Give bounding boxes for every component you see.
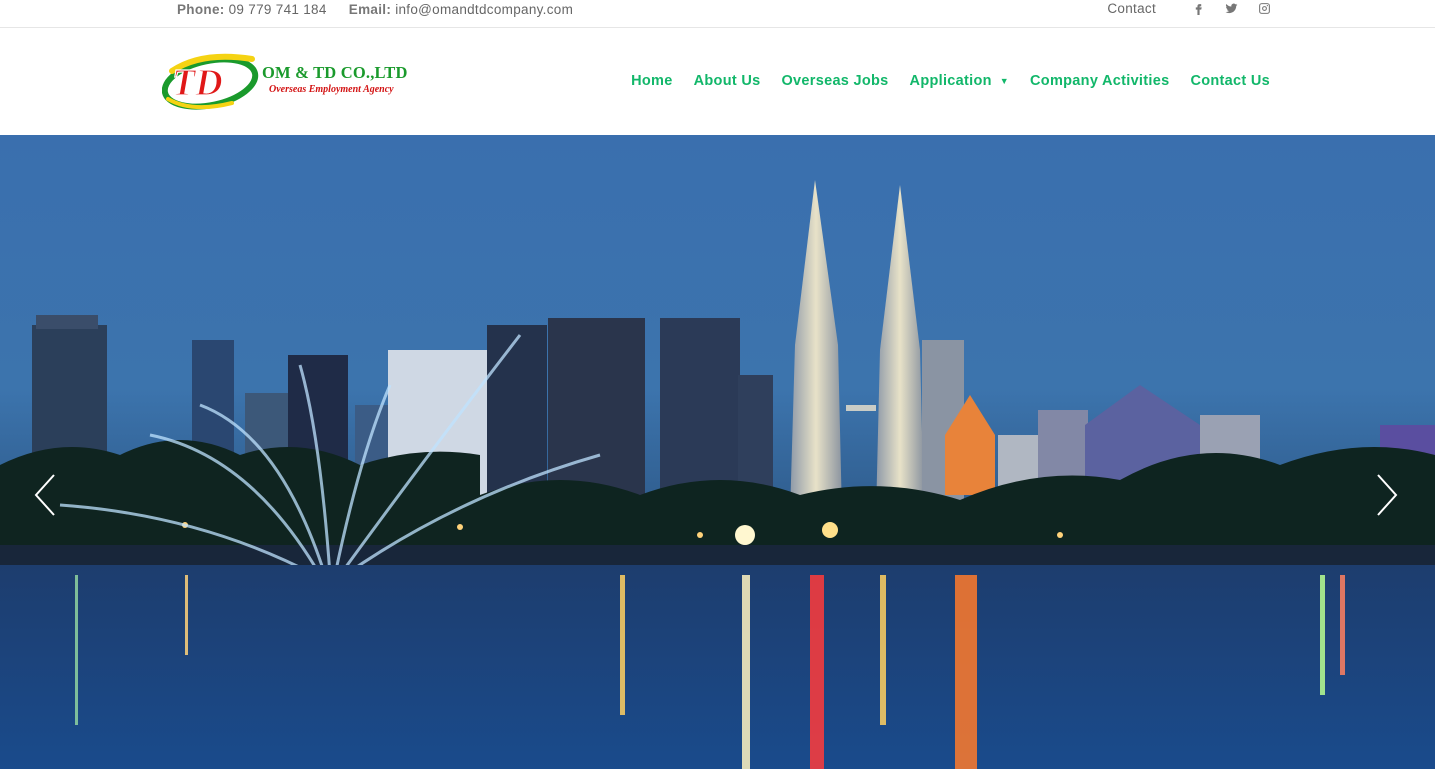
slider-prev-button[interactable] [30, 471, 60, 519]
logo-tagline: Overseas Employment Agency [269, 84, 394, 95]
contact-info: Phone: 09 779 741 184 Email: info@omandt… [177, 2, 573, 17]
hero-slider[interactable] [0, 135, 1435, 769]
twitter-icon[interactable] [1224, 2, 1238, 16]
slider-next-button[interactable] [1372, 471, 1402, 519]
phone-number[interactable]: 09 779 741 184 [229, 2, 327, 17]
email-address[interactable]: info@omandtdcompany.com [395, 2, 573, 17]
logo-mark: TD [161, 53, 259, 110]
nav-home[interactable]: Home [631, 73, 673, 89]
chevron-right-icon [1377, 474, 1398, 516]
email-label: Email: [348, 2, 392, 17]
company-logo[interactable]: TD OM & TD CO.,LTD Overseas Employment A… [161, 51, 412, 113]
nav-company-activities[interactable]: Company Activities [1030, 73, 1169, 89]
phone-label: Phone: [177, 2, 225, 17]
facebook-icon[interactable] [1191, 2, 1205, 16]
top-bar: Phone: 09 779 741 184 Email: info@omandt… [0, 0, 1435, 28]
instagram-icon[interactable] [1257, 2, 1271, 16]
top-bar-right: Contact [1107, 1, 1271, 16]
hero-city-skyline-image [0, 180, 1435, 769]
logo-mark-text: TD [172, 62, 223, 104]
nav-overseas-jobs[interactable]: Overseas Jobs [781, 73, 888, 89]
nav-application-label: Application [909, 73, 992, 89]
top-contact-link[interactable]: Contact [1107, 1, 1156, 16]
main-nav: Home About Us Overseas Jobs Application … [631, 73, 1270, 89]
nav-contact-us[interactable]: Contact Us [1190, 73, 1270, 89]
chevron-down-icon: ▼ [999, 76, 1010, 86]
nav-application[interactable]: Application ▼ [910, 73, 1009, 89]
nav-about-us[interactable]: About Us [694, 73, 761, 89]
logo-brand-name: OM & TD CO.,LTD [262, 63, 408, 82]
chevron-left-icon [34, 474, 55, 516]
site-header: TD OM & TD CO.,LTD Overseas Employment A… [0, 29, 1435, 135]
